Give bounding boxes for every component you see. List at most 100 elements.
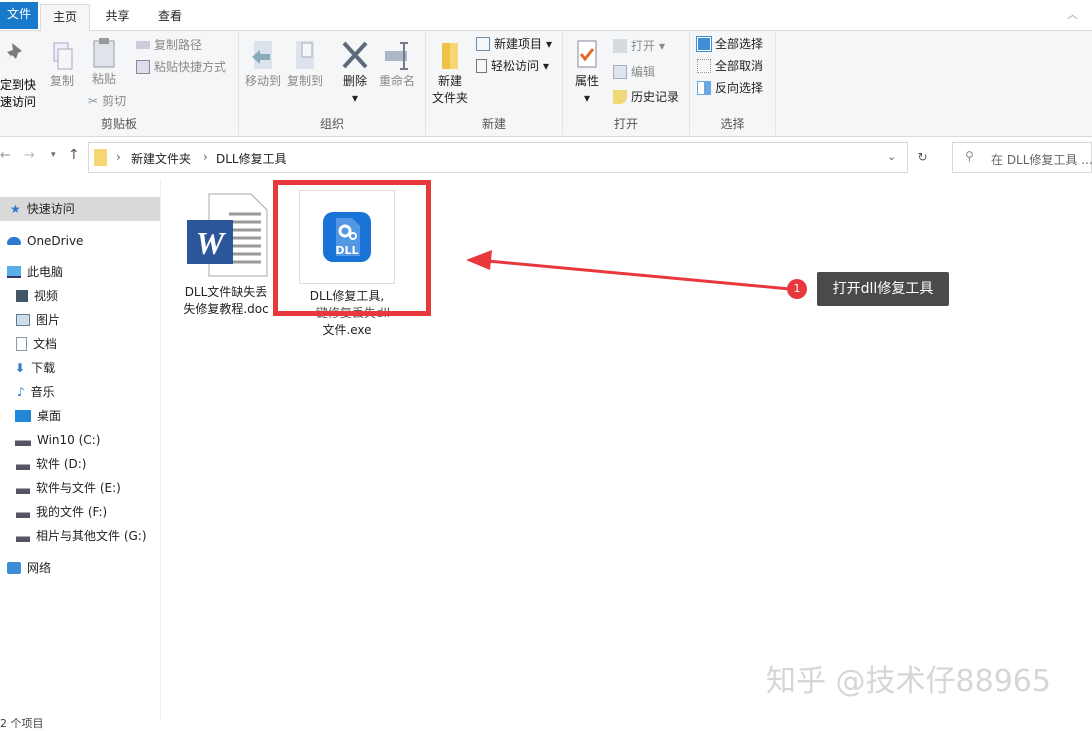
file-name-line: 一键修复丢失dll [304,306,390,320]
breadcrumb-item[interactable]: 新建文件夹 [131,150,191,167]
sidebar-item-label: 相片与其他文件 (G:) [36,524,147,548]
copy-to-label: 复制到 [287,74,323,88]
annotation-callout: 打开dll修复工具 [817,272,949,306]
sidebar-item-music[interactable]: ♪音乐 [0,380,160,404]
sidebar-item-label: OneDrive [27,229,83,253]
forward-button[interactable]: → [24,148,35,163]
search-box[interactable]: ⚲ 在 DLL修复工具 ... [952,142,1092,173]
tab-home[interactable]: 主页 [40,4,90,32]
folder-icon [438,39,462,71]
computer-icon [7,266,21,278]
open-icon [613,39,627,53]
open-label: 打开 [631,36,655,56]
move-to-label: 移动到 [245,74,281,88]
delete-button[interactable]: 删除▾ [335,39,375,107]
sidebar-item-documents[interactable]: 文档 [0,332,160,356]
new-item-button[interactable]: 新建项目▾ [476,34,552,54]
sidebar-item-label: 音乐 [31,380,55,404]
back-button[interactable]: ← [0,148,11,163]
drive-icon [16,458,30,470]
properties-button[interactable]: 属性▾ [569,39,605,107]
rename-button[interactable]: 重命名 [377,39,417,90]
tab-file[interactable]: 文件 [0,2,38,29]
move-to-button[interactable]: 移动到 [243,39,283,90]
watermark: 知乎 @技术仔88965 [766,656,1051,700]
sidebar-item-drive-f[interactable]: 我的文件 (F:) [0,500,160,524]
select-group: 全部选择 全部取消 反向选择 选择 [690,31,776,135]
copy-icon [50,41,74,71]
select-all-label: 全部选择 [715,34,763,54]
file-name-line: 失修复教程.doc [183,302,268,316]
pin-label-lines: 定到快速访问 [0,77,36,111]
edit-button[interactable]: 编辑 [613,62,655,82]
new-group-label: 新建 [426,115,562,132]
sidebar-item-pictures[interactable]: 图片 [0,308,160,332]
sidebar-item-drive-g[interactable]: 相片与其他文件 (G:) [0,524,160,548]
file-item-exe[interactable]: DLL DLL修复工具, 一键修复丢失dll 文件.exe [292,190,402,339]
paste-label: 粘贴 [92,72,116,86]
new-folder-button[interactable]: 新建文件夹 [430,39,470,107]
invert-selection-button[interactable]: 反向选择 [697,78,763,98]
breadcrumb-separator: › [116,150,121,164]
copy-path-button[interactable]: 复制路径 [136,35,202,55]
sidebar-item-desktop[interactable]: 桌面 [0,404,160,428]
address-bar[interactable]: › 新建文件夹 › DLL修复工具 ⌄ ↻ [88,142,908,173]
easy-access-icon [476,59,487,73]
sidebar-item-quick-access[interactable]: ★快速访问 [0,197,160,221]
recent-locations-button[interactable]: ▾ [51,150,56,160]
sidebar-item-drive-d[interactable]: 软件 (D:) [0,452,160,476]
copy-button[interactable]: 复制 [46,41,78,90]
sidebar-item-videos[interactable]: 视频 [0,284,160,308]
ribbon: 固定到快 速访问 定到快速访问 复制 粘贴 复制路径 粘贴快捷方式 ✂剪切 剪贴… [0,31,1092,137]
drive-icon [16,530,30,542]
organize-group-label: 组织 [239,115,425,132]
cut-label: 剪切 [102,91,126,111]
sidebar-item-label: Win10 (C:) [37,428,100,452]
sidebar-item-this-pc[interactable]: 此电脑 [0,260,160,284]
search-icon: ⚲ [965,149,974,163]
dll-tool-icon: DLL [322,211,372,263]
breadcrumb-item[interactable]: DLL修复工具 [216,150,287,167]
sidebar-item-network[interactable]: 网络 [0,556,160,580]
properties-icon [575,39,599,71]
new-item-icon [476,37,490,51]
address-dropdown-icon[interactable]: ⌄ [887,150,896,163]
select-group-label: 选择 [690,115,775,132]
pin-quick-access-button[interactable]: 固定到快 速访问 定到快速访问 [0,41,42,113]
tab-share[interactable]: 共享 [95,4,140,31]
history-button[interactable]: 历史记录 [613,87,679,107]
sidebar-item-downloads[interactable]: ⬇下载 [0,356,160,380]
video-icon [16,290,28,302]
sidebar-item-label: 软件与文件 (E:) [36,476,121,500]
up-button[interactable]: ↑ [68,147,80,163]
network-icon [7,562,21,574]
file-item-docx[interactable]: W DLL文件缺失丢失修复教程.doc [176,192,276,318]
rename-icon [382,39,412,71]
easy-access-button[interactable]: 轻松访问▾ [476,56,549,76]
new-group: 新建文件夹 新建项目▾ 轻松访问▾ 新建 [426,31,563,135]
sidebar-item-drive-e[interactable]: 软件与文件 (E:) [0,476,160,500]
sidebar-item-onedrive[interactable]: OneDrive [0,229,160,253]
sidebar-item-drive-c[interactable]: Win10 (C:) [0,428,160,452]
select-none-button[interactable]: 全部取消 [697,56,763,76]
collapse-ribbon-icon[interactable]: ︿ [1067,6,1078,22]
paste-button[interactable]: 粘贴 [86,37,122,88]
sidebar-item-label: 图片 [36,308,60,332]
edit-icon [613,65,627,79]
select-all-icon [697,37,711,51]
music-icon: ♪ [17,380,25,404]
pin-label-1: 定到快 [0,78,36,92]
sidebar-item-label: 视频 [34,284,58,308]
open-button[interactable]: 打开▾ [613,36,665,56]
folder-icon [94,149,107,166]
copy-to-button[interactable]: 复制到 [285,39,325,90]
step-badge: 1 [787,279,807,299]
refresh-button[interactable]: ↻ [907,143,937,172]
paste-shortcut-button[interactable]: 粘贴快捷方式 [136,57,226,77]
cut-button[interactable]: ✂剪切 [88,91,126,111]
select-all-button[interactable]: 全部选择 [697,34,763,54]
dll-icon-text: DLL [335,244,358,257]
copy-path-icon [136,41,150,49]
tab-view[interactable]: 查看 [145,4,195,31]
edit-label: 编辑 [631,62,655,82]
